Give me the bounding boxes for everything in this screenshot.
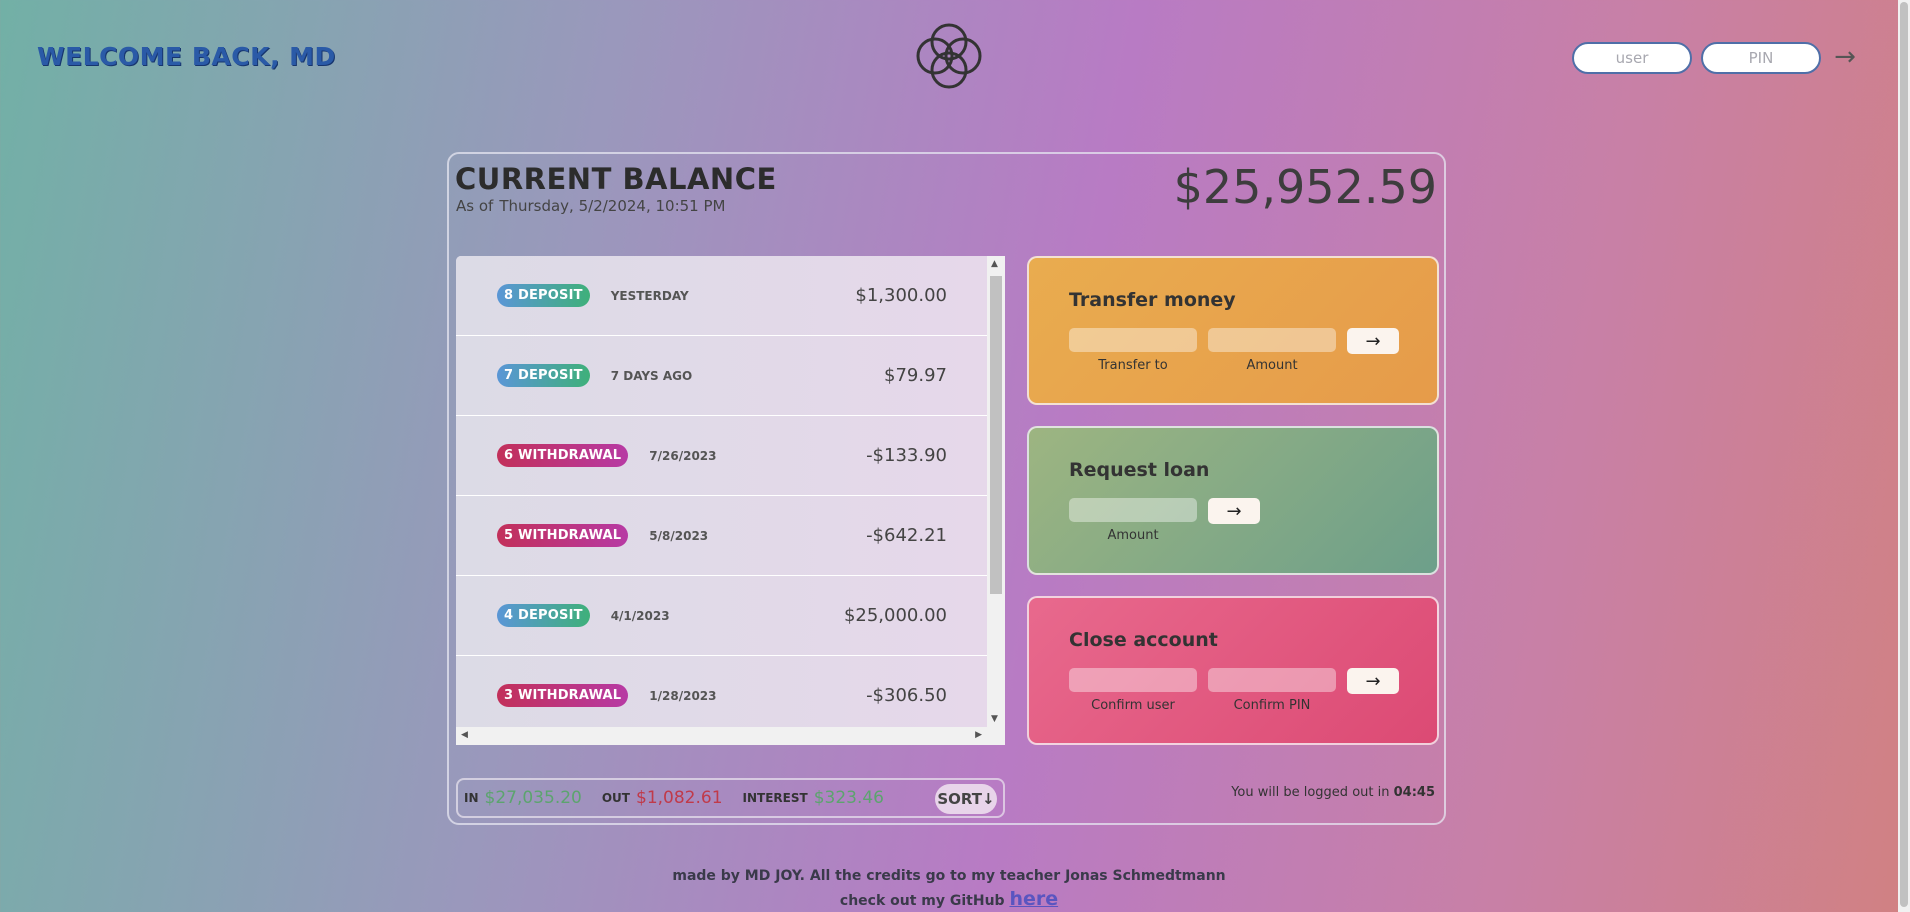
balance-date: As of Thursday, 5/2/2024, 10:51 PM [456,197,731,215]
movement-value: -$133.90 [866,445,947,466]
movement-row: 8 DEPOSIT YESTERDAY $1,300.00 [456,256,987,336]
movement-value: $1,300.00 [855,285,947,306]
balance-title: CURRENT BALANCE [455,162,777,196]
close-pin-input[interactable] [1208,668,1336,692]
scrollbar-thumb[interactable] [990,276,1002,594]
transfer-amount-input[interactable] [1208,328,1336,352]
login-button[interactable]: → [1830,39,1860,75]
scroll-down-icon[interactable]: ▼ [991,714,998,724]
movement-type-badge: 6 WITHDRAWAL [497,444,629,467]
loan-title: Request loan [1069,459,1210,481]
movement-date: 4/1/2023 [610,608,670,623]
close-title: Close account [1069,629,1218,651]
movement-row: 4 DEPOSIT 4/1/2023 $25,000.00 [456,576,987,656]
movement-row: 3 WITHDRAWAL 1/28/2023 -$306.50 [456,656,987,727]
movement-value: -$306.50 [866,685,947,706]
summary-interest-label: INTEREST [742,791,808,805]
movement-date: 7 DAYS AGO [610,368,693,383]
login-pin-input[interactable] [1701,42,1821,74]
logout-timer: You will be logged out in 04:45 [1231,785,1435,800]
balance-value: $25,952.59 [1173,160,1437,214]
github-link[interactable]: here [1009,888,1058,910]
transfer-submit-button[interactable]: → [1347,328,1399,354]
movement-type-badge: 8 DEPOSIT [497,284,590,307]
footer-credits: made by MD JOY. All the credits go to my… [672,868,1226,884]
movements-list[interactable]: 8 DEPOSIT YESTERDAY $1,300.00 7 DEPOSIT 7 DA… [456,256,1005,745]
movement-value: -$642.21 [866,525,947,546]
welcome-message: WELCOME BACK, MD [37,42,336,71]
balance-date-prefix: As of [456,197,494,215]
page-scrollbar-thumb[interactable] [1900,2,1908,907]
loan-amount-input[interactable] [1069,498,1197,522]
movement-date: YESTERDAY [610,288,689,303]
scroll-up-icon[interactable]: ▲ [991,259,998,269]
movements-rows: 8 DEPOSIT YESTERDAY $1,300.00 7 DEPOSIT 7 DA… [456,256,987,727]
login-user-input[interactable] [1572,42,1692,74]
close-account-panel: Close account → Confirm user Confirm PIN [1027,596,1439,745]
movement-row: 7 DEPOSIT 7 DAYS AGO $79.97 [456,336,987,416]
transfer-to-input[interactable] [1069,328,1197,352]
close-user-input[interactable] [1069,668,1197,692]
movements-vertical-scrollbar[interactable]: ▲ ▼ [987,256,1005,727]
transfer-title: Transfer money [1069,289,1236,311]
summary-in-value: $27,035.20 [484,788,582,808]
summary-bar: IN $27,035.20 OUT $1,082.61 INTEREST $32… [456,778,1005,818]
transfer-to-label: Transfer to [1098,358,1168,373]
footer: made by MD JOY. All the credits go to my… [0,865,1898,912]
close-submit-button[interactable]: → [1347,668,1399,694]
scroll-left-icon[interactable]: ◀ [461,730,468,740]
close-pin-label: Confirm PIN [1233,698,1311,713]
loan-amount-label: Amount [1107,528,1159,543]
movement-row: 5 WITHDRAWAL 5/8/2023 -$642.21 [456,496,987,576]
summary-out-value: $1,082.61 [636,788,723,808]
logout-text: You will be logged out in [1231,785,1390,800]
page-scrollbar[interactable] [1898,0,1910,912]
movement-type-badge: 5 WITHDRAWAL [497,524,629,547]
balance-date-value: Thursday, 5/2/2024, 10:51 PM [499,197,726,215]
footer-github-line: check out my GitHub here [0,888,1898,912]
logout-time: 04:45 [1393,785,1435,800]
movement-date: 5/8/2023 [649,528,709,543]
summary-in-label: IN [464,791,479,805]
movement-value: $25,000.00 [843,605,947,626]
sort-button[interactable]: SORT↓ [935,784,997,814]
app-panel: CURRENT BALANCE As of Thursday, 5/2/2024,… [447,152,1446,825]
summary-interest-value: $323.46 [813,788,884,808]
movement-type-badge: 3 WITHDRAWAL [497,684,629,707]
movement-type-badge: 4 DEPOSIT [497,604,590,627]
movement-type-badge: 7 DEPOSIT [497,364,590,387]
loan-panel: Request loan → Amount [1027,426,1439,575]
movement-date: 7/26/2023 [649,448,717,463]
summary-out-label: OUT [601,791,630,805]
logo-icon [916,23,982,89]
loan-submit-button[interactable]: → [1208,498,1260,524]
footer-github-text: check out my GitHub [839,893,1005,909]
movement-row: 6 WITHDRAWAL 7/26/2023 -$133.90 [456,416,987,496]
transfer-amount-label: Amount [1246,358,1298,373]
movement-value: $79.97 [884,365,947,386]
close-user-label: Confirm user [1091,698,1175,713]
scroll-right-icon[interactable]: ▶ [975,730,982,740]
movements-horizontal-scrollbar[interactable]: ◀ ▶ [456,727,1005,745]
movement-date: 1/28/2023 [649,688,717,703]
transfer-panel: Transfer money → Transfer to Amount [1027,256,1439,405]
